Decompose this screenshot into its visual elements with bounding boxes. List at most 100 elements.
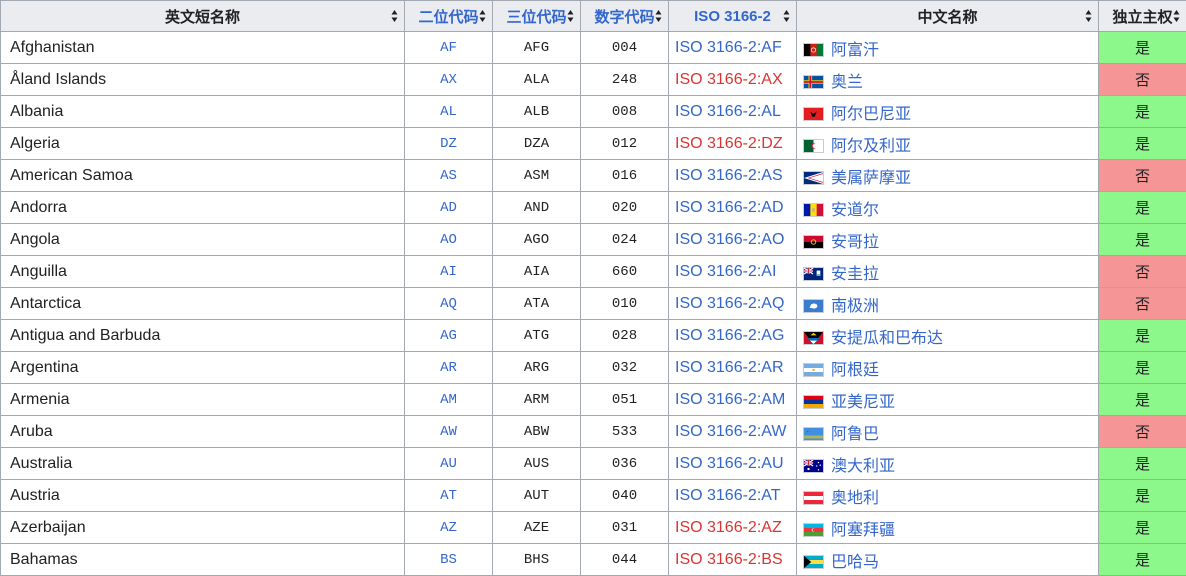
header-chinese-name[interactable]: 中文名称: [797, 1, 1099, 32]
iso3166-2-link[interactable]: ISO 3166-2:AS: [669, 160, 797, 192]
aruba-flag-icon: [803, 427, 824, 441]
iso3166-2-link[interactable]: ISO 3166-2:AX: [669, 64, 797, 96]
antarctica-flag-icon: [803, 299, 824, 313]
alpha2-link[interactable]: AZ: [405, 512, 493, 544]
iso3166-2-link[interactable]: ISO 3166-2:BS: [669, 544, 797, 576]
alpha2-link[interactable]: AF: [405, 32, 493, 64]
alpha2-link[interactable]: AW: [405, 416, 493, 448]
english-name-cell: Antigua and Barbuda: [1, 320, 405, 352]
independent-cell: 是: [1099, 32, 1186, 64]
chinese-name-link[interactable]: 安道尔: [831, 202, 879, 219]
iso3166-2-link[interactable]: ISO 3166-2:AW: [669, 416, 797, 448]
iso3166-2-link[interactable]: ISO 3166-2:AL: [669, 96, 797, 128]
table-body: Afghanistan AF AFG 004 ISO 3166-2:AF 阿富汗…: [1, 32, 1186, 576]
alpha2-link[interactable]: AO: [405, 224, 493, 256]
table-row: Azerbaijan AZ AZE 031 ISO 3166-2:AZ 阿塞拜疆…: [1, 512, 1186, 544]
header-alpha2[interactable]: 二位代码: [405, 1, 493, 32]
numeric-code-cell: 044: [581, 544, 669, 576]
chinese-name-link[interactable]: 安提瓜和巴布达: [831, 330, 943, 347]
iso3166-2-link[interactable]: ISO 3166-2:AO: [669, 224, 797, 256]
alpha2-link[interactable]: DZ: [405, 128, 493, 160]
chinese-name-link[interactable]: 澳大利亚: [831, 458, 895, 475]
chinese-name-cell[interactable]: 美属萨摩亚: [797, 160, 1099, 192]
numeric-code-cell: 008: [581, 96, 669, 128]
chinese-name-link[interactable]: 安哥拉: [831, 234, 879, 251]
alpha2-link[interactable]: AU: [405, 448, 493, 480]
alpha2-link[interactable]: AQ: [405, 288, 493, 320]
chinese-name-link[interactable]: 阿根廷: [831, 362, 879, 379]
chinese-name-cell[interactable]: 阿尔巴尼亚: [797, 96, 1099, 128]
alpha2-link[interactable]: AM: [405, 384, 493, 416]
chinese-name-cell[interactable]: 阿根廷: [797, 352, 1099, 384]
azerbaijan-flag-icon: [803, 523, 824, 537]
chinese-name-cell[interactable]: 澳大利亚: [797, 448, 1099, 480]
chinese-name-cell[interactable]: 安圭拉: [797, 256, 1099, 288]
alpha2-link[interactable]: AL: [405, 96, 493, 128]
chinese-name-link[interactable]: 巴哈马: [831, 554, 879, 571]
sort-both-icon: [783, 9, 790, 23]
chinese-name-link[interactable]: 阿富汗: [831, 42, 879, 59]
alpha2-link[interactable]: AS: [405, 160, 493, 192]
chinese-name-cell[interactable]: 阿鲁巴: [797, 416, 1099, 448]
chinese-name-cell[interactable]: 安道尔: [797, 192, 1099, 224]
independent-cell: 是: [1099, 512, 1186, 544]
iso3166-2-link[interactable]: ISO 3166-2:AZ: [669, 512, 797, 544]
independent-cell: 是: [1099, 480, 1186, 512]
alpha3-cell: AFG: [493, 32, 581, 64]
alpha3-cell: ARG: [493, 352, 581, 384]
chinese-name-link[interactable]: 阿尔及利亚: [831, 138, 911, 155]
alpha3-cell: ALA: [493, 64, 581, 96]
chinese-name-cell[interactable]: 南极洲: [797, 288, 1099, 320]
chinese-name-cell[interactable]: 阿富汗: [797, 32, 1099, 64]
iso3166-2-link[interactable]: ISO 3166-2:AI: [669, 256, 797, 288]
alpha2-link[interactable]: AG: [405, 320, 493, 352]
iso3166-2-link[interactable]: ISO 3166-2:AR: [669, 352, 797, 384]
iso3166-2-link[interactable]: ISO 3166-2:AG: [669, 320, 797, 352]
chinese-name-link[interactable]: 阿尔巴尼亚: [831, 106, 911, 123]
iso3166-2-link[interactable]: ISO 3166-2:AM: [669, 384, 797, 416]
independent-cell: 是: [1099, 96, 1186, 128]
chinese-name-link[interactable]: 亚美尼亚: [831, 394, 895, 411]
header-iso3166-2[interactable]: ISO 3166-2: [669, 1, 797, 32]
chinese-name-link[interactable]: 美属萨摩亚: [831, 170, 911, 187]
alpha2-link[interactable]: AX: [405, 64, 493, 96]
chinese-name-link[interactable]: 阿鲁巴: [831, 426, 879, 443]
header-numeric[interactable]: 数字代码: [581, 1, 669, 32]
header-independent[interactable]: 独立主权: [1099, 1, 1186, 32]
iso3166-2-link[interactable]: ISO 3166-2:AT: [669, 480, 797, 512]
chinese-name-cell[interactable]: 阿尔及利亚: [797, 128, 1099, 160]
chinese-name-cell[interactable]: 亚美尼亚: [797, 384, 1099, 416]
chinese-name-link[interactable]: 奥地利: [831, 490, 879, 507]
alpha2-link[interactable]: AT: [405, 480, 493, 512]
iso3166-2-link[interactable]: ISO 3166-2:AD: [669, 192, 797, 224]
header-english-name[interactable]: 英文短名称: [1, 1, 405, 32]
iso3166-2-link[interactable]: ISO 3166-2:DZ: [669, 128, 797, 160]
table-row: Austria AT AUT 040 ISO 3166-2:AT 奥地利 是: [1, 480, 1186, 512]
sort-both-icon: [567, 9, 574, 23]
independent-cell: 是: [1099, 544, 1186, 576]
chinese-name-cell[interactable]: 奥兰: [797, 64, 1099, 96]
chinese-name-cell[interactable]: 安提瓜和巴布达: [797, 320, 1099, 352]
iso3166-2-link[interactable]: ISO 3166-2:AF: [669, 32, 797, 64]
independent-cell: 否: [1099, 64, 1186, 96]
argentina-flag-icon: [803, 363, 824, 377]
iso3166-2-link[interactable]: ISO 3166-2:AQ: [669, 288, 797, 320]
chinese-name-cell[interactable]: 安哥拉: [797, 224, 1099, 256]
iso3166-2-link[interactable]: ISO 3166-2:AU: [669, 448, 797, 480]
chinese-name-link[interactable]: 安圭拉: [831, 266, 879, 283]
alpha2-link[interactable]: BS: [405, 544, 493, 576]
alpha2-link[interactable]: AI: [405, 256, 493, 288]
independent-cell: 是: [1099, 320, 1186, 352]
alpha2-link[interactable]: AD: [405, 192, 493, 224]
header-alpha3[interactable]: 三位代码: [493, 1, 581, 32]
chinese-name-cell[interactable]: 阿塞拜疆: [797, 512, 1099, 544]
alpha2-link[interactable]: AR: [405, 352, 493, 384]
chinese-name-link[interactable]: 南极洲: [831, 298, 879, 315]
table-row: Australia AU AUS 036 ISO 3166-2:AU 澳大利亚 …: [1, 448, 1186, 480]
alpha3-cell: ALB: [493, 96, 581, 128]
chinese-name-cell[interactable]: 巴哈马: [797, 544, 1099, 576]
antigua-flag-icon: [803, 331, 824, 345]
chinese-name-link[interactable]: 阿塞拜疆: [831, 522, 895, 539]
chinese-name-link[interactable]: 奥兰: [831, 74, 863, 91]
chinese-name-cell[interactable]: 奥地利: [797, 480, 1099, 512]
